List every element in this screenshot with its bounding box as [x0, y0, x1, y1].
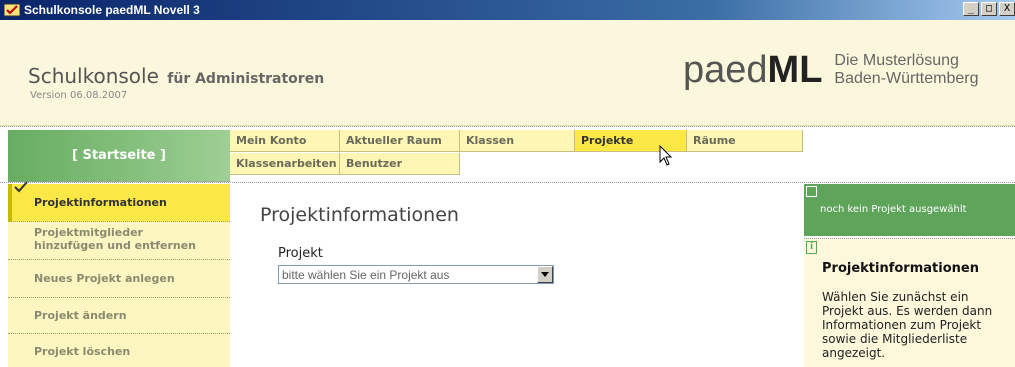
version-label: Version 06.08.2007	[30, 90, 128, 101]
nav-aktueller-raum[interactable]: Aktueller Raum	[340, 130, 460, 152]
sidebar-item-projekt-loeschen[interactable]: Projekt löschen	[8, 334, 230, 367]
status-box: noch kein Projekt ausgewählt	[804, 184, 1015, 236]
sidebar-item-projekt-aendern[interactable]: Projekt ändern	[8, 298, 230, 334]
app-title-sub: für Administratoren	[167, 71, 325, 87]
divider	[0, 126, 1015, 127]
start-page-link[interactable]: [ Startseite ]	[8, 130, 230, 182]
app-title: Schulkonsole für Administratoren	[28, 64, 324, 88]
maximize-button[interactable]: □	[981, 2, 997, 16]
sidebar-item-projektmitglieder[interactable]: Projektmitglieder hinzufügen und entfern…	[8, 222, 230, 260]
checkbox-icon	[806, 186, 817, 197]
mouse-cursor-icon	[659, 144, 673, 170]
sidebar-item-label: Projektmitglieder hinzufügen und entfern…	[34, 226, 196, 252]
info-title: Projektinformationen	[822, 261, 979, 276]
info-icon: i	[806, 241, 817, 254]
sidebar-item-label: Projekt ändern	[34, 309, 127, 322]
info-box: i Projektinformationen Wählen Sie zunäch…	[804, 238, 1015, 367]
projekt-select-value: bitte wählen Sie ein Projekt aus	[282, 268, 450, 282]
nav-benutzer[interactable]: Benutzer	[340, 153, 460, 175]
paedml-check-icon	[3, 2, 21, 18]
main-content: Projektinformationen Projekt bitte wähle…	[230, 184, 802, 367]
status-text: noch kein Projekt ausgewählt	[820, 204, 967, 215]
chevron-down-icon[interactable]	[537, 266, 553, 283]
start-page-label: [ Startseite ]	[72, 148, 166, 163]
sidebar-item-projektinformationen[interactable]: Projektinformationen	[8, 181, 230, 222]
page-header: Schulkonsole für Administratoren Version…	[0, 20, 1015, 126]
sidebar-item-label: Projektinformationen	[34, 196, 167, 209]
logo-tagline: Die Musterlösung Baden-Württemberg	[834, 52, 978, 88]
app-title-main: Schulkonsole	[28, 64, 159, 88]
projekt-select[interactable]: bitte wählen Sie ein Projekt aus	[278, 265, 554, 284]
nav-raeume[interactable]: Räume	[687, 130, 803, 152]
logo-paed: paed	[683, 49, 768, 91]
info-text: Wählen Sie zunächst ein Projekt aus. Es …	[822, 290, 993, 360]
window-title: Schulkonsole paedML Novell 3	[24, 3, 200, 17]
logo-ml: ML	[767, 49, 823, 91]
nav-klassen[interactable]: Klassen	[460, 130, 575, 152]
paedml-check-icon	[14, 181, 28, 196]
nav-mein-konto[interactable]: Mein Konto	[230, 130, 340, 152]
nav-klassenarbeiten[interactable]: Klassenarbeiten	[230, 153, 340, 175]
projekt-field-label: Projekt	[278, 246, 323, 261]
close-button[interactable]: X	[999, 2, 1015, 16]
logo-tagline-line1: Die Musterlösung	[834, 52, 959, 69]
page-title: Projektinformationen	[260, 204, 459, 226]
paedml-logo: paed ML Die Musterlösung Baden-Württember…	[683, 50, 978, 90]
logo-tagline-line2: Baden-Württemberg	[834, 70, 979, 87]
right-panel: noch kein Projekt ausgewählt i Projektin…	[804, 184, 1015, 367]
window-titlebar: Schulkonsole paedML Novell 3 _ □ X	[0, 0, 1015, 20]
sidebar-item-label: Neues Projekt anlegen	[34, 272, 175, 285]
sidebar-item-neues-projekt[interactable]: Neues Projekt anlegen	[8, 260, 230, 298]
minimize-button[interactable]: _	[963, 2, 979, 16]
sidebar-item-label: Projekt löschen	[34, 345, 131, 358]
divider	[0, 182, 1015, 183]
